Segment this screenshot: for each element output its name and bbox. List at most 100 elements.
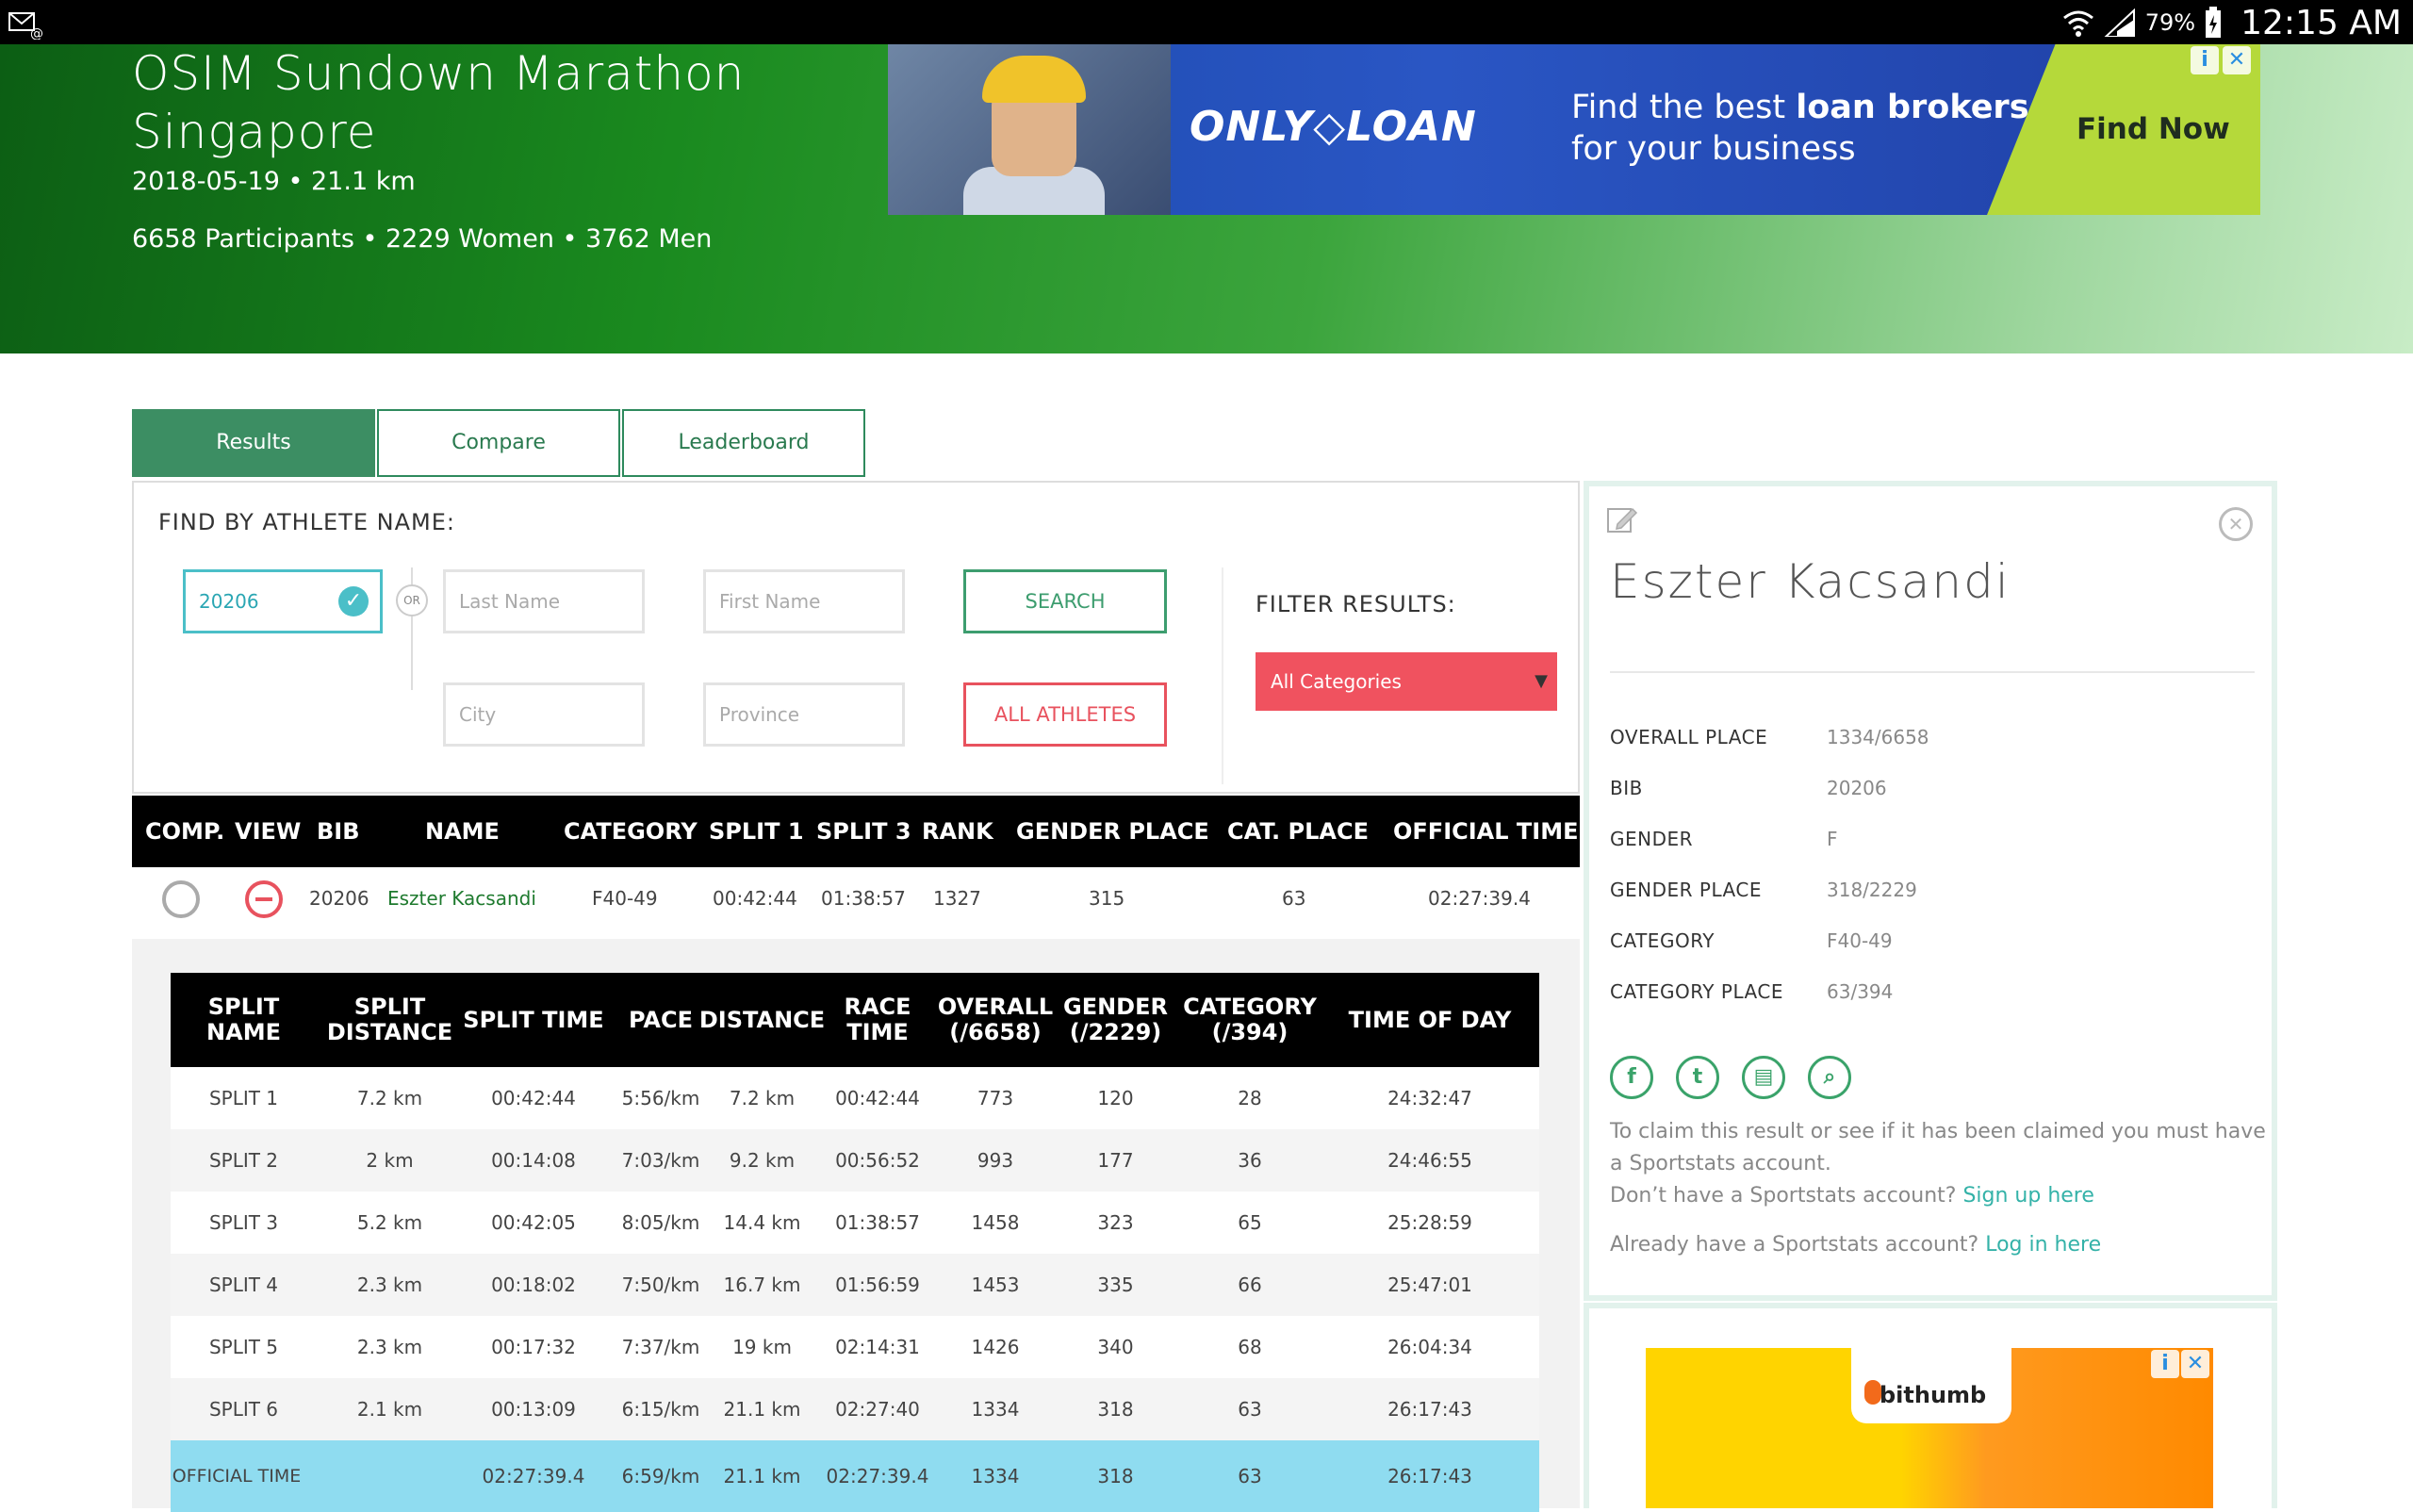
- split-col-0: SPLIT NAME: [206, 994, 281, 1045]
- first-name-input[interactable]: First Name: [703, 569, 905, 633]
- split-cell: 24:46:55: [1387, 1149, 1472, 1172]
- tab-results[interactable]: Results: [132, 409, 375, 477]
- split-cell: 01:56:59: [835, 1274, 920, 1296]
- split-table-header: SPLIT NAME SPLIT DISTANCE SPLIT TIME PACE DI…: [171, 973, 1539, 1067]
- ad-close-icon[interactable]: ✕: [2181, 1350, 2209, 1378]
- category-filter-select[interactable]: All Categories ▼: [1256, 652, 1557, 711]
- search-icon[interactable]: ⌕: [1808, 1056, 1851, 1099]
- split-cell: 00:42:44: [491, 1087, 576, 1109]
- col-category: CATEGORY: [564, 818, 698, 845]
- split-cell: 318: [1097, 1465, 1134, 1487]
- split-cell: 2.3 km: [356, 1274, 423, 1296]
- split-cell: 1458: [971, 1211, 1020, 1234]
- col-gender-place: GENDER PLACE: [1016, 818, 1209, 845]
- split-cell: 00:42:44: [835, 1087, 920, 1109]
- split-row: SPLIT 2 2 km 00:14:08 7:03/km 9.2 km 00:56:52…: [171, 1129, 1539, 1192]
- split-cell: 66: [1238, 1274, 1262, 1296]
- ad-cta-label: Find Now: [2076, 112, 2230, 146]
- field-value: 20206: [1827, 777, 1887, 799]
- certificate-icon[interactable]: ▤: [1742, 1056, 1785, 1099]
- tab-compare[interactable]: Compare: [377, 409, 620, 477]
- ad-close-icon[interactable]: ✕: [2223, 46, 2251, 74]
- battery-icon: [2206, 7, 2222, 38]
- sidebar-ad[interactable]: bithumb i ✕: [1646, 1348, 2213, 1508]
- city-input[interactable]: City: [443, 682, 645, 747]
- facebook-icon[interactable]: f: [1610, 1056, 1653, 1099]
- edit-icon[interactable]: [1606, 503, 1638, 535]
- split-cell: SPLIT 6: [208, 1398, 279, 1421]
- split-cell: 335: [1097, 1274, 1134, 1296]
- collapse-icon[interactable]: [245, 880, 283, 918]
- event-title-line-1: OSIM Sundown Marathon: [132, 46, 746, 101]
- sign-up-link[interactable]: Sign up here: [1962, 1184, 2093, 1208]
- ad-tagline-c: for your business: [1571, 130, 1856, 168]
- login-line: Already have a Sportstats account? Log i…: [1610, 1229, 2270, 1261]
- ad-tagline-b: loan brokers: [1796, 89, 2029, 126]
- row-split1: 00:42:44: [713, 887, 797, 910]
- field-value: 318/2229: [1827, 879, 1917, 901]
- split-cell: 63: [1238, 1465, 1262, 1487]
- split-cell: 21.1 km: [723, 1465, 801, 1487]
- signup-line: Don’t have a Sportstats account? Sign up…: [1610, 1180, 2270, 1212]
- row-name-link[interactable]: Eszter Kacsandi: [387, 867, 536, 929]
- split-cell: 28: [1238, 1087, 1262, 1109]
- province-input[interactable]: Province: [703, 682, 905, 747]
- split-cell: 2.1 km: [356, 1398, 423, 1421]
- field-label: GENDER: [1610, 828, 1694, 850]
- split-cell: 2 km: [366, 1149, 414, 1172]
- split-row: SPLIT 3 5.2 km 00:42:05 8:05/km 14.4 km 01:38…: [171, 1192, 1539, 1254]
- split-col-3: PACE: [629, 1006, 693, 1033]
- close-icon[interactable]: ✕: [2219, 507, 2253, 541]
- col-rank: RANK: [922, 818, 993, 845]
- results-table-header: COMP. VIEW BIB NAME CATEGORY SPLIT 1 SPL…: [132, 796, 1580, 867]
- split-col-9: TIME OF DAY: [1348, 1006, 1512, 1033]
- field-value: F40-49: [1827, 929, 1893, 952]
- split-cell: 00:42:05: [491, 1211, 576, 1234]
- split-col-7: GENDER (/2229): [1063, 994, 1168, 1045]
- event-title-line-2: Singapore: [132, 105, 377, 159]
- split-cell: 01:38:57: [835, 1211, 920, 1234]
- col-view: VIEW: [235, 818, 302, 845]
- category-filter-value: All Categories: [1271, 670, 1402, 693]
- split-cell: 773: [977, 1087, 1014, 1109]
- twitter-icon[interactable]: t: [1676, 1056, 1719, 1099]
- ad-info-icon[interactable]: i: [2191, 46, 2219, 74]
- col-bib: BIB: [317, 818, 360, 845]
- field-label: CATEGORY PLACE: [1610, 980, 1783, 1003]
- split-cell: 19 km: [732, 1336, 792, 1358]
- table-row[interactable]: 20206 Eszter Kacsandi F40-49 00:42:44 01…: [132, 867, 1580, 939]
- split-cell: 63: [1238, 1398, 1262, 1421]
- banner-ad[interactable]: ONLY◇LOAN Find the best loan brokers for…: [888, 44, 2260, 215]
- split-cell: 00:18:02: [491, 1274, 576, 1296]
- bib-input[interactable]: 20206 ✓: [183, 569, 383, 633]
- filter-title: FILTER RESULTS:: [1256, 591, 1456, 617]
- split-cell: 323: [1097, 1211, 1134, 1234]
- battery-percent: 79%: [2144, 9, 2196, 36]
- athlete-name: Eszter Kacsandi: [1610, 554, 2011, 609]
- split-row: SPLIT 4 2.3 km 00:18:02 7:50/km 16.7 km 01:56…: [171, 1254, 1539, 1316]
- col-split1: SPLIT 1: [709, 818, 804, 845]
- split-cell: 25:47:01: [1387, 1274, 1472, 1296]
- have-account-text: Already have a Sportstats account?: [1610, 1233, 1979, 1257]
- all-athletes-button[interactable]: ALL ATHLETES: [963, 682, 1167, 747]
- split-cell: 24:32:47: [1387, 1087, 1472, 1109]
- search-button[interactable]: SEARCH: [963, 569, 1167, 633]
- field-value: 63/394: [1827, 980, 1894, 1003]
- split-cell: 02:27:39.4: [826, 1465, 929, 1487]
- tab-leaderboard[interactable]: Leaderboard: [622, 409, 865, 477]
- last-name-input[interactable]: Last Name: [443, 569, 645, 633]
- split-cell: 2.3 km: [356, 1336, 423, 1358]
- ad-tagline: Find the best loan brokers for your busi…: [1571, 87, 2029, 170]
- ad-info-icon[interactable]: i: [2151, 1350, 2179, 1378]
- event-date-distance: 2018-05-19 • 21.1 km: [132, 167, 416, 196]
- compare-radio[interactable]: [162, 880, 200, 918]
- split-col-1: SPLIT DISTANCE: [326, 994, 453, 1045]
- wifi-icon: [2062, 10, 2093, 37]
- split-row-official: OFFICIAL TIME 02:27:39.4 6:59/km 21.1 km 02:…: [171, 1440, 1539, 1512]
- ad-tagline-a: Find the best: [1571, 89, 1797, 126]
- log-in-link[interactable]: Log in here: [1985, 1233, 2101, 1257]
- dropdown-arrow-icon: ▼: [1535, 671, 1548, 691]
- no-account-text: Don’t have a Sportstats account?: [1610, 1184, 1957, 1208]
- col-split3: SPLIT 3: [816, 818, 911, 845]
- field-label: GENDER PLACE: [1610, 879, 1762, 901]
